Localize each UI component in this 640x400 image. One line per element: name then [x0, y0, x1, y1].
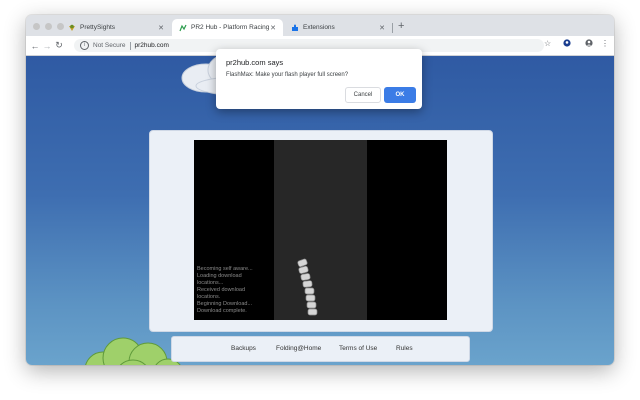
prettysights-icon — [68, 24, 76, 32]
tab-divider — [392, 23, 393, 33]
log-line: Received download — [197, 287, 246, 293]
game-canvas[interactable]: Becoming self aware... Loading download … — [194, 140, 447, 320]
ok-button[interactable]: OK — [384, 87, 416, 103]
log-line: Becoming self aware... — [197, 266, 253, 272]
extension-icon[interactable] — [563, 39, 571, 49]
dialog-title: pr2hub.com says — [226, 58, 284, 67]
log-line: Beginning Download... — [197, 301, 253, 307]
footer-links: Backups Folding@Home Terms of Use Rules — [171, 336, 470, 362]
puzzle-icon — [291, 24, 299, 32]
url-text: pr2hub.com — [134, 42, 169, 49]
footer-link-terms[interactable]: Terms of Use — [339, 345, 377, 352]
dialog-message: FlashMax: Make your flash player full sc… — [226, 72, 349, 78]
close-tab-icon[interactable]: ✕ — [269, 24, 277, 32]
close-window-icon[interactable] — [33, 23, 40, 30]
tab-title: Extensions — [303, 24, 335, 31]
new-tab-button[interactable]: + — [398, 20, 404, 32]
close-tab-icon[interactable]: ✕ — [157, 24, 165, 32]
close-tab-icon[interactable]: ✕ — [378, 24, 386, 32]
security-label: Not Secure — [93, 42, 126, 49]
footer-link-backups[interactable]: Backups — [231, 345, 256, 352]
log-line: locations. — [197, 294, 221, 300]
game-panel: Becoming self aware... Loading download … — [149, 130, 493, 332]
alert-dialog: pr2hub.com says FlashMax: Make your flas… — [216, 49, 422, 109]
loading-tower-graphic — [297, 258, 318, 316]
address-divider — [129, 41, 131, 50]
tab-extensions[interactable]: Extensions ✕ — [284, 19, 392, 36]
back-arrow-icon[interactable]: ← — [29, 41, 41, 51]
minimize-window-icon[interactable] — [45, 23, 52, 30]
menu-kebab-icon[interactable]: ⋮ — [601, 39, 609, 48]
bookmark-star-icon[interactable]: ☆ — [544, 39, 551, 48]
tab-pr2hub[interactable]: PR2 Hub - Platform Racing 2 ✕ — [172, 19, 283, 36]
footer-link-rules[interactable]: Rules — [396, 345, 413, 352]
tab-prettysights[interactable]: PrettySights ✕ — [61, 19, 171, 36]
forward-arrow-icon[interactable]: → — [41, 41, 53, 51]
tab-bar: PrettySights ✕ PR2 Hub - Platform Racing… — [26, 15, 614, 36]
reload-icon[interactable]: ↻ — [53, 40, 65, 51]
profile-avatar-icon[interactable] — [585, 39, 593, 49]
loading-log: Becoming self aware... Loading download … — [197, 266, 267, 315]
footer-link-folding-at-home[interactable]: Folding@Home — [276, 345, 321, 352]
cancel-button[interactable]: Cancel — [345, 87, 381, 103]
log-line: Loading download — [197, 273, 242, 279]
info-icon[interactable]: i — [80, 41, 89, 50]
tab-title: PR2 Hub - Platform Racing 2 — [191, 24, 269, 31]
log-line: locations... — [197, 280, 224, 286]
tab-title: PrettySights — [80, 24, 116, 31]
pr2-icon — [179, 24, 187, 32]
log-line: Download complete. — [197, 308, 247, 314]
